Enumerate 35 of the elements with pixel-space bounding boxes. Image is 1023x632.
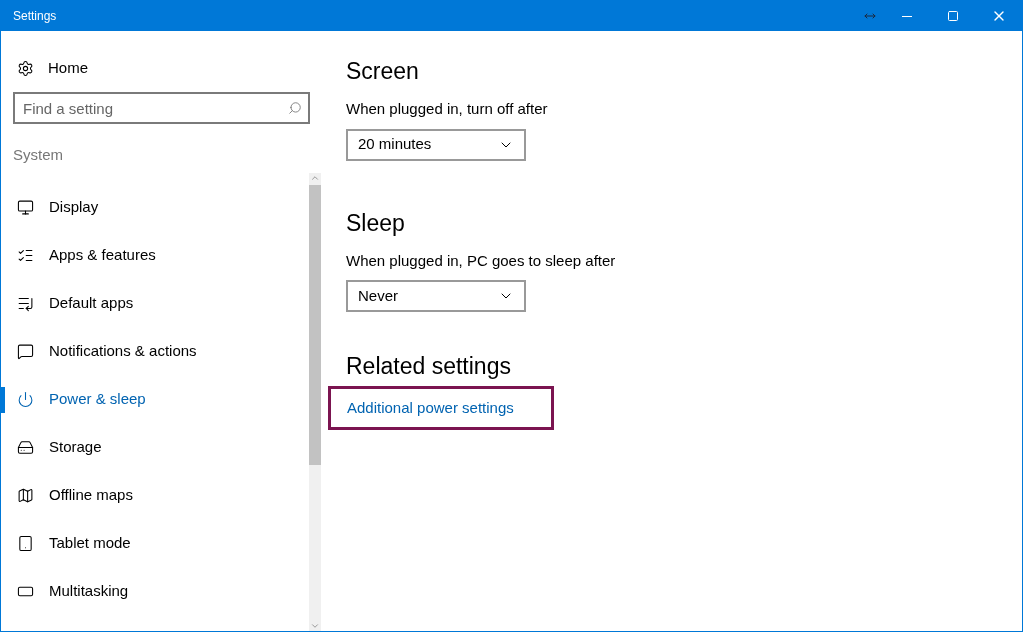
home-link[interactable]: Home: [1, 57, 323, 79]
dropdown[interactable]: 20 minutes: [346, 128, 526, 161]
section-label: System: [13, 145, 64, 165]
map-icon: [17, 487, 34, 504]
sidebar-item[interactable]: Display: [1, 196, 99, 219]
field-label: When plugged in, turn off after: [346, 99, 549, 119]
gear-icon: [17, 59, 34, 77]
section-heading: Screen: [346, 57, 420, 85]
monitor-icon: [17, 199, 34, 216]
additional-power-settings-link[interactable]: Additional power settings: [347, 396, 514, 420]
drive-icon: [17, 439, 34, 456]
section-heading: Related settings: [346, 352, 512, 380]
tablet-icon: [17, 535, 34, 552]
sidebar-item[interactable]: Power & sleep: [1, 388, 146, 411]
scrollbar[interactable]: [309, 172, 321, 631]
sidebar-item[interactable]: Tablet mode: [1, 532, 131, 555]
scroll-down-icon[interactable]: [310, 621, 320, 631]
window-title: Settings: [13, 8, 58, 25]
field-label: When plugged in, PC goes to sleep after: [346, 250, 617, 271]
sidebar-item[interactable]: Default apps: [1, 292, 134, 315]
search-icon: [288, 101, 302, 115]
search-field[interactable]: Find a setting: [13, 92, 310, 124]
dropdown[interactable]: Never: [346, 280, 526, 312]
list-icon: [17, 295, 34, 312]
minimize-icon: [902, 15, 912, 17]
sidebar-item[interactable]: Offline maps: [1, 484, 133, 507]
sidebar-item[interactable]: Notifications & actions: [1, 340, 197, 363]
sidebar-item[interactable]: Apps & features: [1, 244, 156, 267]
maximize-icon: [947, 10, 959, 22]
sidebar-item[interactable]: Storage: [1, 436, 102, 459]
section-heading: Sleep: [346, 208, 406, 237]
list-icon: [17, 247, 34, 264]
power-icon: [17, 391, 34, 408]
sidebar-item[interactable]: Multitasking: [1, 580, 129, 603]
speech-bubble-icon: [17, 343, 34, 360]
